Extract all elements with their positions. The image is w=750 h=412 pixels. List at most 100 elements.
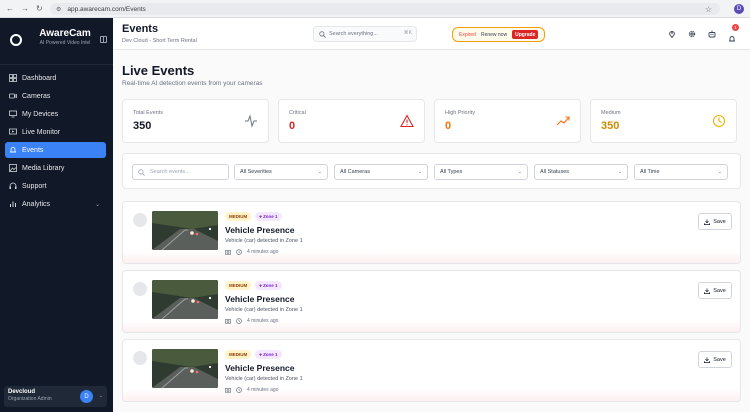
search-icon	[138, 169, 145, 176]
chevron-down-icon[interactable]: ⌄	[95, 201, 100, 208]
sidebar-item-analytics[interactable]: Analytics ⌄	[5, 196, 106, 212]
monitor-icon	[9, 128, 17, 135]
browser-toolbar: ← → ↻ ⚙ app.awarecam.com/Events ☆ D	[0, 0, 750, 18]
robot-icon[interactable]	[708, 30, 716, 38]
event-search-placeholder: Search events...	[150, 169, 190, 175]
brand-subtitle: AI Powered Video Intel	[39, 40, 91, 46]
upgrade-button[interactable]: Upgrade	[512, 30, 539, 39]
severity-select-value: All Severities	[240, 169, 272, 175]
clock-icon	[236, 249, 242, 255]
camera-icon	[225, 319, 231, 324]
zone-label: Zone 1	[263, 283, 278, 288]
select-event-checkbox[interactable]	[133, 351, 147, 365]
status-select-value: All Statuses	[540, 169, 570, 175]
event-title: Vehicle Presence	[225, 225, 295, 235]
sidebar-item-my-devices[interactable]: My Devices	[5, 106, 106, 122]
sidebar-item-label: Analytics	[22, 200, 51, 208]
save-button[interactable]: Save	[698, 282, 732, 299]
stat-card-medium: Medium 350	[590, 99, 737, 143]
severity-badge: MEDIUM	[225, 212, 252, 221]
zone-badge: ⌖ Zone 1	[255, 350, 282, 359]
awarecam-logo-icon	[10, 34, 22, 46]
gear-icon[interactable]	[688, 30, 696, 38]
activity-icon	[245, 114, 257, 128]
bell-icon	[10, 147, 16, 153]
zone-pin-icon: ⌖	[259, 214, 262, 219]
bookmark-star-icon[interactable]: ☆	[705, 5, 712, 14]
sidebar-collapse-icon[interactable]	[100, 36, 107, 43]
chevron-down-icon: ⌄	[617, 169, 622, 175]
card-fade	[123, 251, 740, 263]
sidebar-item-label: Support	[22, 182, 47, 190]
sidebar-item-events[interactable]: Events	[5, 142, 106, 158]
renew-now-link[interactable]: Renew now	[481, 32, 507, 38]
chart-icon	[10, 201, 16, 207]
select-event-checkbox[interactable]	[133, 213, 147, 227]
notifications-button[interactable]: 1	[728, 24, 739, 42]
save-button[interactable]: Save	[698, 213, 732, 230]
reload-icon[interactable]: ↻	[36, 4, 43, 13]
select-event-checkbox[interactable]	[133, 282, 147, 296]
main-content: Live Events Real-time AI detection event…	[113, 50, 750, 412]
stat-card-total-events: Total Events 350	[122, 99, 269, 143]
headset-icon	[9, 182, 17, 189]
forward-icon[interactable]: →	[21, 4, 29, 13]
event-time: 4 minutes ago	[247, 387, 279, 393]
event-thumbnail[interactable]	[152, 211, 218, 250]
type-select-value: All Types	[440, 169, 463, 175]
event-title: Vehicle Presence	[225, 294, 295, 304]
bell-icon	[729, 36, 735, 42]
event-card[interactable]: MEDIUM ⌖ Zone 1 Vehicle Presence Vehicle…	[122, 270, 741, 333]
event-description: Vehicle (car) detected in Zone 1	[225, 376, 303, 382]
event-snapshot-image	[152, 349, 218, 388]
download-icon	[704, 287, 711, 294]
section-subtitle: Real-time AI detection events from your …	[122, 80, 263, 87]
status-select[interactable]: All Statuses ⌄	[534, 164, 628, 180]
severity-badge: MEDIUM	[225, 350, 252, 359]
address-bar[interactable]: ⚙ app.awarecam.com/Events ☆	[50, 3, 720, 15]
sidebar-item-media-library[interactable]: Media Library	[5, 160, 106, 176]
camera-select[interactable]: All Cameras ⌄	[334, 164, 428, 180]
time-select[interactable]: All Time ⌄	[634, 164, 728, 180]
sidebar-item-live-monitor[interactable]: Live Monitor	[5, 124, 106, 140]
stat-card-critical: Critical 0	[278, 99, 425, 143]
severity-select[interactable]: All Severities ⌄	[234, 164, 328, 180]
location-pin-icon[interactable]	[668, 30, 676, 38]
zone-pin-icon: ⌖	[259, 352, 262, 357]
sidebar-item-label: Live Monitor	[22, 128, 61, 136]
event-thumbnail[interactable]	[152, 280, 218, 319]
sidebar-item-support[interactable]: Support	[5, 178, 106, 194]
browser-profile-avatar[interactable]: D	[734, 4, 744, 14]
card-fade	[123, 389, 740, 401]
global-search-input[interactable]: Search everything... ⌘K	[313, 26, 417, 42]
sidebar-divider	[0, 64, 113, 65]
sidebar-item-cameras[interactable]: Cameras	[5, 88, 106, 104]
back-icon[interactable]: ←	[6, 4, 14, 13]
event-snapshot-image	[152, 280, 218, 319]
camera-icon	[9, 93, 17, 99]
chevron-down-icon: ⌄	[317, 169, 322, 175]
grid-icon	[9, 74, 17, 82]
subscription-banner: Expired Renew now Upgrade	[452, 27, 545, 42]
user-menu[interactable]: Devcloud Organization Admin D ⌄	[4, 386, 107, 407]
zone-label: Zone 1	[263, 352, 278, 357]
clock-icon	[236, 387, 242, 393]
event-thumbnail[interactable]	[152, 349, 218, 388]
event-card[interactable]: MEDIUM ⌖ Zone 1 Vehicle Presence Vehicle…	[122, 339, 741, 402]
sidebar-item-dashboard[interactable]: Dashboard	[5, 70, 106, 86]
search-icon	[319, 31, 326, 38]
event-snapshot-image	[152, 211, 218, 250]
event-search-input[interactable]: Search events...	[132, 164, 229, 180]
search-placeholder: Search everything...	[329, 31, 378, 37]
event-description: Vehicle (car) detected in Zone 1	[225, 307, 303, 313]
devices-icon	[9, 110, 17, 118]
event-card[interactable]: MEDIUM ⌖ Zone 1 Vehicle Presence Vehicle…	[122, 201, 741, 264]
save-button[interactable]: Save	[698, 351, 732, 368]
camera-icon	[225, 388, 231, 393]
zone-pin-icon: ⌖	[259, 283, 262, 288]
site-info-icon[interactable]: ⚙	[56, 6, 61, 13]
section-title: Live Events	[122, 63, 195, 78]
type-select[interactable]: All Types ⌄	[434, 164, 528, 180]
save-label: Save	[713, 356, 726, 363]
sidebar-item-label: Dashboard	[22, 74, 57, 82]
